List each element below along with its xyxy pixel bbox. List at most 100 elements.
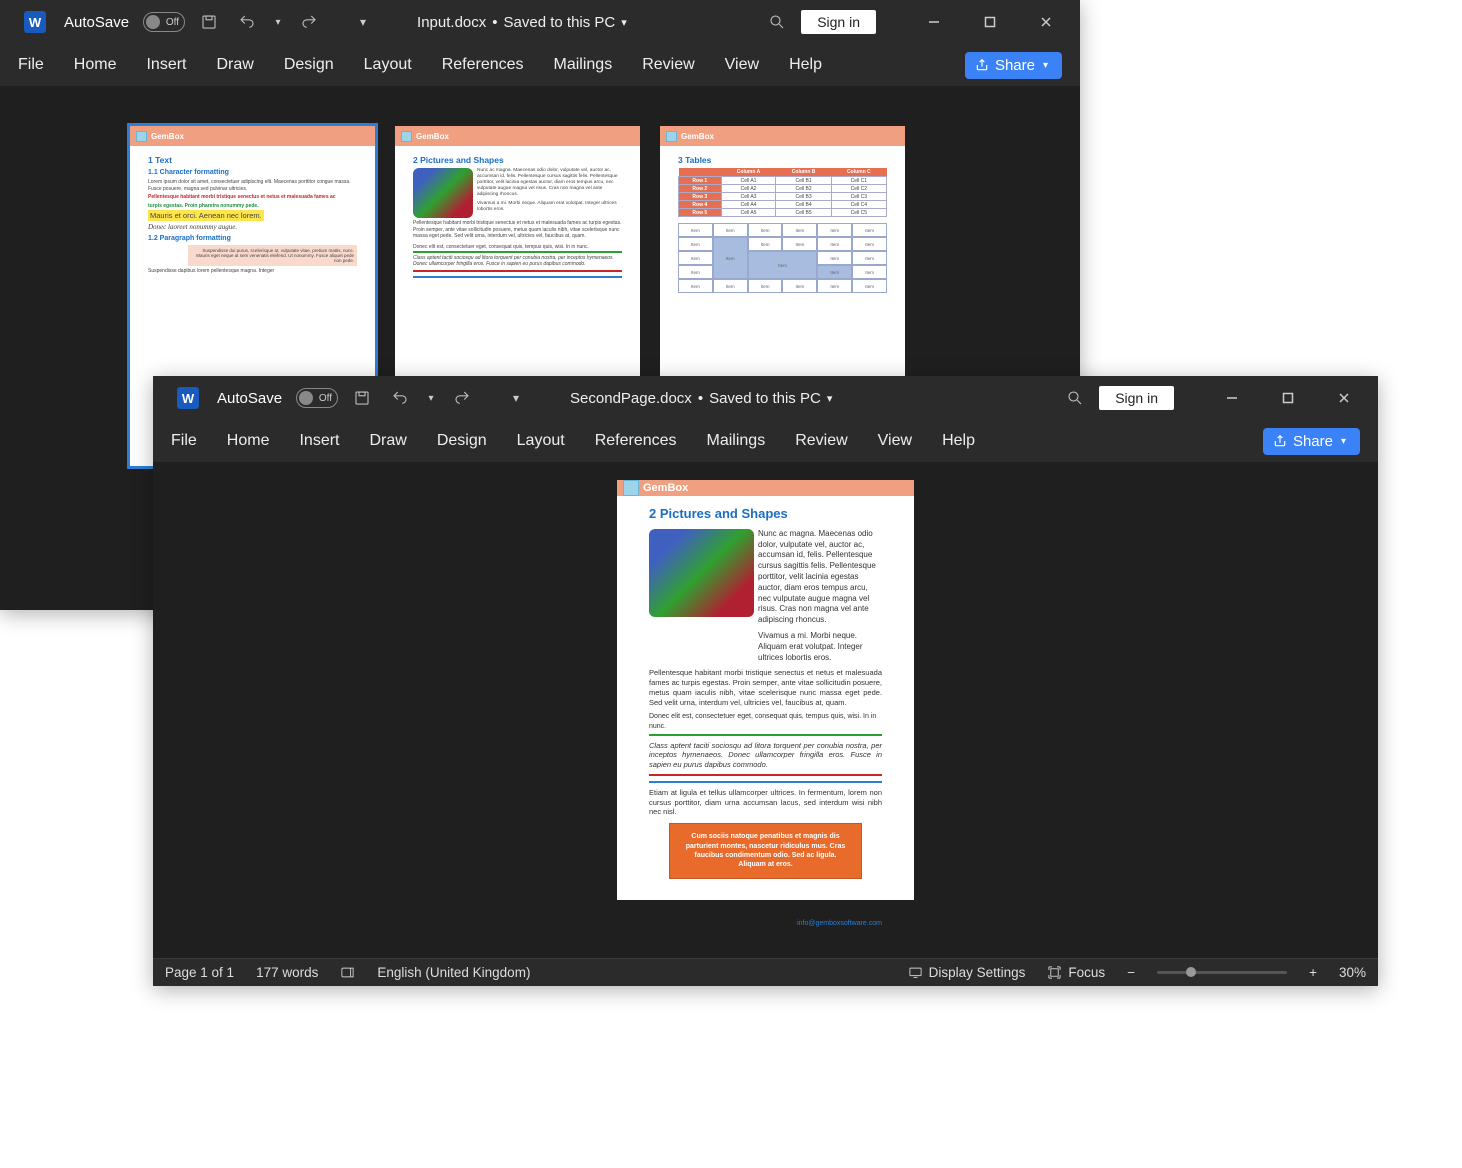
save-icon[interactable] <box>348 384 376 412</box>
paragraph: Nunc ac magna. Maecenas odio dolor, vulp… <box>758 529 882 626</box>
paragraph: Lorem ipsum dolor sit amet, consectetuer… <box>148 179 357 192</box>
footer-link: info@gemboxsoftware.com <box>649 919 882 928</box>
undo-dropdown-icon[interactable]: ▾ <box>424 384 438 412</box>
chevron-down-icon[interactable]: ▾ <box>621 16 627 29</box>
menu-help[interactable]: Help <box>942 432 975 450</box>
ribbon-tabs: File Home Insert Draw Design Layout Refe… <box>153 420 1378 462</box>
zoom-level[interactable]: 30% <box>1339 965 1366 980</box>
search-icon[interactable] <box>763 8 791 36</box>
menu-file[interactable]: File <box>18 56 44 74</box>
menu-insert[interactable]: Insert <box>299 432 339 450</box>
maximize-button[interactable] <box>962 4 1018 40</box>
undo-dropdown-icon[interactable]: ▾ <box>271 8 285 36</box>
paragraph-red: Pellentesque habitant morbi tristique se… <box>148 194 357 201</box>
menu-references[interactable]: References <box>442 56 524 74</box>
paragraph-italic: Class aptent taciti sociosqu ad litora t… <box>649 741 882 776</box>
chevron-down-icon: ▾ <box>1341 436 1346 447</box>
paragraph-green-rule: Donec elit est, consectetuer eget, conse… <box>649 712 882 735</box>
search-icon[interactable] <box>1061 384 1089 412</box>
menu-references[interactable]: References <box>595 432 677 450</box>
menu-design[interactable]: Design <box>437 432 487 450</box>
brand-label: GemBox <box>151 132 184 141</box>
chevron-down-icon: ▾ <box>1043 60 1048 71</box>
menu-draw[interactable]: Draw <box>369 432 406 450</box>
menu-home[interactable]: Home <box>74 56 117 74</box>
page-header: GemBox <box>130 126 375 146</box>
gembox-icon <box>401 131 412 142</box>
paragraph-italic: Class aptent taciti sociosqu ad litora t… <box>413 255 622 272</box>
document-canvas[interactable]: GemBox 2 Pictures and Shapes Nunc ac mag… <box>153 462 1378 958</box>
document-title[interactable]: SecondPage.docx • Saved to this PC ▾ <box>570 390 832 407</box>
save-status: Saved to this PC <box>709 390 821 407</box>
callout-box: Suspendisse dui purus, scelerisque at, v… <box>188 245 357 266</box>
autosave-toggle[interactable]: Off <box>296 388 338 408</box>
menu-draw[interactable]: Draw <box>216 56 253 74</box>
titlebar: W AutoSave Off ▾ ▾ SecondPage.docx • Sav… <box>153 376 1378 420</box>
menu-layout[interactable]: Layout <box>517 432 565 450</box>
minimize-button[interactable] <box>1204 380 1260 416</box>
signin-button[interactable]: Sign in <box>801 10 876 34</box>
menu-view[interactable]: View <box>878 432 912 450</box>
share-button[interactable]: Share ▾ <box>965 52 1062 79</box>
share-label: Share <box>995 57 1035 74</box>
status-words[interactable]: 177 words <box>256 965 318 980</box>
focus-button[interactable]: Focus <box>1047 965 1105 980</box>
page-header: GemBox <box>617 480 914 496</box>
quick-access-more-icon[interactable]: ▾ <box>349 8 377 36</box>
paragraph: Pellentesque habitant morbi tristique se… <box>649 668 882 707</box>
gembox-icon <box>623 480 639 496</box>
chevron-down-icon[interactable]: ▾ <box>827 392 833 405</box>
zoom-slider[interactable] <box>1157 971 1287 974</box>
autosave-toggle[interactable]: Off <box>143 12 185 32</box>
spellcheck-icon[interactable] <box>340 965 355 980</box>
status-language[interactable]: English (United Kingdom) <box>377 965 530 980</box>
display-settings-button[interactable]: Display Settings <box>908 965 1026 980</box>
menu-view[interactable]: View <box>725 56 759 74</box>
word-app-icon[interactable]: W <box>177 387 199 409</box>
paragraph: Pellentesque habitant morbi tristique se… <box>413 220 622 240</box>
menu-mailings[interactable]: Mailings <box>707 432 766 450</box>
menu-file[interactable]: File <box>171 432 197 450</box>
close-button[interactable] <box>1316 380 1372 416</box>
undo-icon[interactable] <box>386 384 414 412</box>
heading-tables: 3 Tables <box>678 155 887 165</box>
zoom-in-button[interactable]: + <box>1309 965 1317 980</box>
word-app-icon[interactable]: W <box>24 11 46 33</box>
ribbon-tabs: File Home Insert Draw Design Layout Refe… <box>0 44 1080 86</box>
document-page[interactable]: GemBox 2 Pictures and Shapes Nunc ac mag… <box>617 480 914 900</box>
brand-label: GemBox <box>681 132 714 141</box>
redo-icon[interactable] <box>295 8 323 36</box>
menu-review[interactable]: Review <box>642 56 694 74</box>
menu-home[interactable]: Home <box>227 432 270 450</box>
minimize-button[interactable] <box>906 4 962 40</box>
heading-pictures: 2 Pictures and Shapes <box>413 155 622 165</box>
menu-layout[interactable]: Layout <box>364 56 412 74</box>
paragraph: Etiam at ligula et tellus ullamcorper ul… <box>649 788 882 817</box>
doc-name: SecondPage.docx <box>570 390 692 407</box>
menu-mailings[interactable]: Mailings <box>554 56 613 74</box>
document-title[interactable]: Input.docx • Saved to this PC ▾ <box>417 14 627 31</box>
brand-label: GemBox <box>416 132 449 141</box>
status-bar: Page 1 of 1 177 words English (United Ki… <box>153 958 1378 986</box>
menu-insert[interactable]: Insert <box>146 56 186 74</box>
share-button[interactable]: Share ▾ <box>1263 428 1360 455</box>
heading-text: 1 Text <box>148 155 357 165</box>
page-header: GemBox <box>395 126 640 146</box>
quick-access-more-icon[interactable]: ▾ <box>502 384 530 412</box>
close-button[interactable] <box>1018 4 1074 40</box>
signin-button[interactable]: Sign in <box>1099 386 1174 410</box>
save-icon[interactable] <box>195 8 223 36</box>
menu-help[interactable]: Help <box>789 56 822 74</box>
menu-design[interactable]: Design <box>284 56 334 74</box>
redo-icon[interactable] <box>448 384 476 412</box>
merged-table: ItemItemItemItemItemItem ItemItemItemIte… <box>678 223 887 293</box>
status-page[interactable]: Page 1 of 1 <box>165 965 234 980</box>
dice-image <box>413 168 473 218</box>
zoom-out-button[interactable]: − <box>1127 965 1135 980</box>
autosave-label: AutoSave <box>217 390 282 407</box>
paragraph: Vivamus a mi. Morbi neque. Aliquam erat … <box>477 201 622 213</box>
menu-review[interactable]: Review <box>795 432 847 450</box>
doc-name: Input.docx <box>417 14 486 31</box>
undo-icon[interactable] <box>233 8 261 36</box>
maximize-button[interactable] <box>1260 380 1316 416</box>
